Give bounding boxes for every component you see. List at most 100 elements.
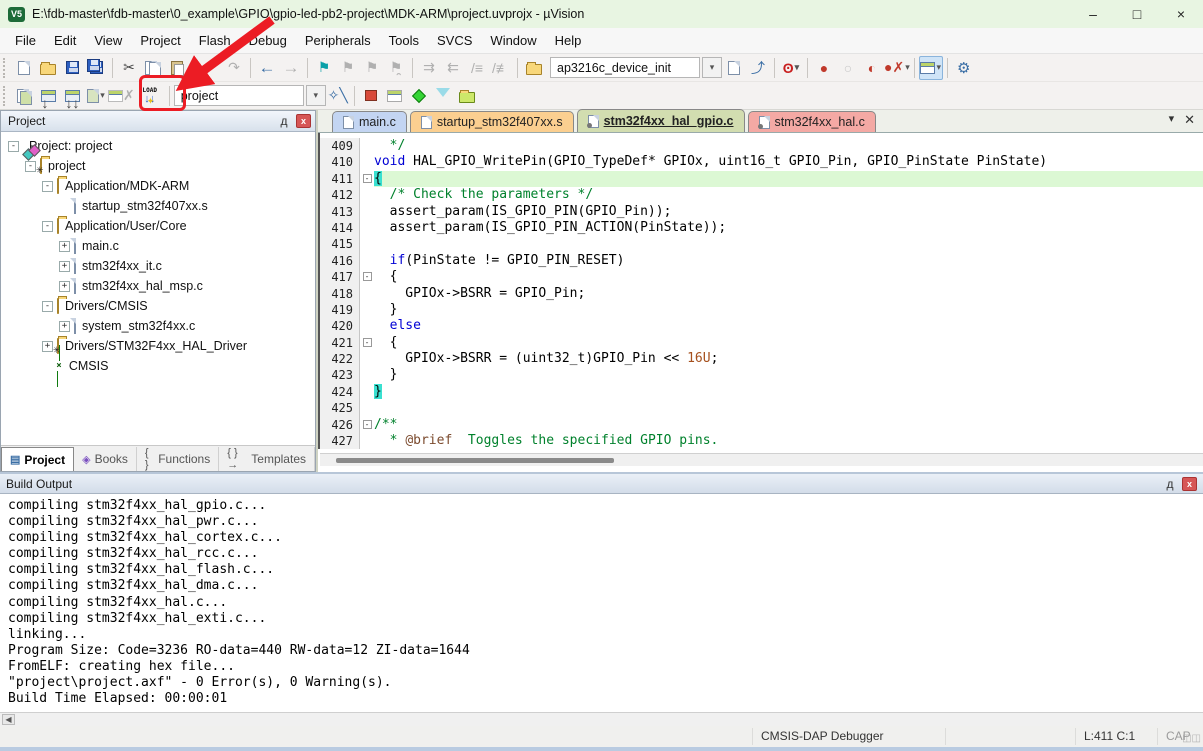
indent-right-button[interactable]: ⇉ xyxy=(417,56,441,80)
incremental-find-button[interactable]: ⤴ xyxy=(746,56,770,80)
select-software-packs-button[interactable] xyxy=(431,84,455,108)
tree-item[interactable]: -Project: project xyxy=(1,136,315,156)
next-bookmark-button[interactable]: ⚑ xyxy=(360,56,384,80)
fold-collapse-icon[interactable]: - xyxy=(360,335,374,351)
find-in-files-icon[interactable] xyxy=(522,56,546,80)
tree-expander-icon[interactable]: + xyxy=(59,261,70,272)
cut-button[interactable]: ✂ xyxy=(117,56,141,80)
menu-item-debug[interactable]: Debug xyxy=(240,28,296,53)
find-combo-dropdown[interactable]: ▾ xyxy=(702,57,722,78)
editor-hscroll-thumb[interactable] xyxy=(336,458,614,463)
manage-components-button[interactable] xyxy=(359,84,383,108)
panel-tab-templates[interactable]: { }→Templates xyxy=(219,447,315,471)
panel-tab-project[interactable]: ▤Project xyxy=(1,447,74,471)
toolbar-grip[interactable] xyxy=(3,58,9,78)
tree-expander-icon[interactable]: - xyxy=(42,221,53,232)
save-all-button[interactable] xyxy=(84,56,108,80)
code-line[interactable]: 423 } xyxy=(320,367,1203,383)
code-line[interactable]: 409 */ xyxy=(320,138,1203,154)
clear-bookmarks-button[interactable]: ⚑̯ xyxy=(384,56,408,80)
code-line[interactable]: 420 else xyxy=(320,318,1203,334)
code-line[interactable]: 412 /* Check the parameters */ xyxy=(320,187,1203,203)
tree-item[interactable]: -Application/MDK-ARM xyxy=(1,176,315,196)
manage-rte-button[interactable] xyxy=(407,84,431,108)
find-in-files-button[interactable] xyxy=(722,56,746,80)
tab-list-chevron-icon[interactable]: ▾ xyxy=(1169,112,1175,128)
code-line[interactable]: 421- { xyxy=(320,335,1203,351)
paste-button[interactable] xyxy=(165,56,189,80)
navigate-forward-button[interactable]: → xyxy=(279,56,303,80)
menu-item-window[interactable]: Window xyxy=(481,28,545,53)
code-line[interactable]: 414 assert_param(IS_GPIO_PIN_ACTION(PinS… xyxy=(320,220,1203,236)
tree-item[interactable]: +✳Drivers/STM32F4xx_HAL_Driver xyxy=(1,336,315,356)
insert-breakpoint-button[interactable]: ● xyxy=(812,56,836,80)
navigate-back-button[interactable]: ← xyxy=(255,56,279,80)
project-panel-close-icon[interactable]: x xyxy=(296,114,311,128)
find-combo-input[interactable]: ap3216c_device_init xyxy=(550,57,700,78)
translate-button[interactable] xyxy=(12,84,36,108)
minimize-button[interactable]: – xyxy=(1071,0,1115,28)
code-line[interactable]: 411-{ xyxy=(320,171,1203,187)
menu-item-project[interactable]: Project xyxy=(131,28,189,53)
fold-collapse-icon[interactable]: - xyxy=(360,269,374,285)
code-editor[interactable]: 409 */410void HAL_GPIO_WritePin(GPIO_Typ… xyxy=(318,133,1203,449)
show-windows-button[interactable]: ▾ xyxy=(919,56,943,80)
menu-item-help[interactable]: Help xyxy=(546,28,591,53)
tree-expander-icon[interactable]: + xyxy=(59,241,70,252)
menu-item-svcs[interactable]: SVCS xyxy=(428,28,481,53)
code-line[interactable]: 426-/** xyxy=(320,417,1203,433)
menu-item-flash[interactable]: Flash xyxy=(190,28,240,53)
editor-tab-stm32f4xx_hal_gpio.c[interactable]: stm32f4xx_hal_gpio.c xyxy=(577,109,745,132)
menu-item-edit[interactable]: Edit xyxy=(45,28,85,53)
tab-close-icon[interactable]: ✕ xyxy=(1184,112,1195,128)
menu-item-view[interactable]: View xyxy=(85,28,131,53)
tree-expander-icon[interactable]: - xyxy=(42,181,53,192)
maximize-button[interactable]: □ xyxy=(1115,0,1159,28)
resize-grip[interactable]: ◫◫ xyxy=(1182,733,1201,744)
rebuild-button[interactable]: ↓↓ xyxy=(60,84,84,108)
build-button[interactable]: ↓ xyxy=(36,84,60,108)
options-for-target-button[interactable]: ✧╲ xyxy=(326,84,350,108)
editor-tab-startup_stm32f407xx.s[interactable]: startup_stm32f407xx.s xyxy=(410,111,574,132)
code-line[interactable]: 419 } xyxy=(320,302,1203,318)
build-output-hscrollbar[interactable]: ◀ xyxy=(0,712,1203,726)
code-line[interactable]: 418 GPIOx->BSRR = GPIO_Pin; xyxy=(320,286,1203,302)
file-extensions-button[interactable] xyxy=(383,84,407,108)
undo-button[interactable]: ↶ xyxy=(198,56,222,80)
editor-tab-stm32f4xx_hal.c[interactable]: stm32f4xx_hal.c xyxy=(748,111,876,132)
target-select[interactable]: project xyxy=(174,85,304,106)
tree-item[interactable]: +stm32f4xx_hal_msp.c xyxy=(1,276,315,296)
panel-tab-books[interactable]: ◈Books xyxy=(74,447,137,471)
save-button[interactable] xyxy=(60,56,84,80)
tree-item[interactable]: -Application/User/Core xyxy=(1,216,315,236)
comment-selection-button[interactable]: /≡ xyxy=(465,56,489,80)
build-output-log[interactable]: compiling stm32f4xx_hal_gpio.c...compili… xyxy=(0,494,1203,712)
pack-installer-button[interactable] xyxy=(455,84,479,108)
new-file-button[interactable] xyxy=(12,56,36,80)
menu-item-tools[interactable]: Tools xyxy=(380,28,428,53)
stop-build-button[interactable]: ✗ xyxy=(108,84,135,108)
pin-icon[interactable]: д xyxy=(1164,477,1176,491)
pin-icon[interactable]: д xyxy=(278,114,290,128)
tree-item[interactable]: CMSIS xyxy=(1,356,315,376)
tree-expander-icon[interactable]: + xyxy=(59,281,70,292)
code-line[interactable]: 422 GPIOx->BSRR = (uint32_t)GPIO_Pin << … xyxy=(320,351,1203,367)
fold-collapse-icon[interactable]: - xyxy=(360,171,374,187)
code-line[interactable]: 425 xyxy=(320,400,1203,416)
disable-breakpoint-button[interactable]: ○ xyxy=(836,56,860,80)
tree-item[interactable]: +main.c xyxy=(1,236,315,256)
toggle-bookmark-button[interactable]: ⚑ xyxy=(312,56,336,80)
fold-collapse-icon[interactable]: - xyxy=(360,417,374,433)
code-line[interactable]: 427 * @brief Toggles the specified GPIO … xyxy=(320,433,1203,449)
tree-expander-icon[interactable]: + xyxy=(59,321,70,332)
tree-item[interactable]: -✳project xyxy=(1,156,315,176)
toolbar-grip[interactable] xyxy=(3,86,9,106)
tree-expander-icon[interactable]: - xyxy=(42,301,53,312)
tree-item[interactable]: +system_stm32f4xx.c xyxy=(1,316,315,336)
indent-left-button[interactable]: ⇇ xyxy=(441,56,465,80)
target-select-dropdown[interactable]: ▾ xyxy=(306,85,326,106)
kill-all-breakpoints-button[interactable]: ●✗▾ xyxy=(884,56,910,80)
tree-item[interactable]: +stm32f4xx_it.c xyxy=(1,256,315,276)
code-line[interactable]: 413 assert_param(IS_GPIO_PIN(GPIO_Pin)); xyxy=(320,204,1203,220)
find-button[interactable]: ʘ▾ xyxy=(779,56,803,80)
